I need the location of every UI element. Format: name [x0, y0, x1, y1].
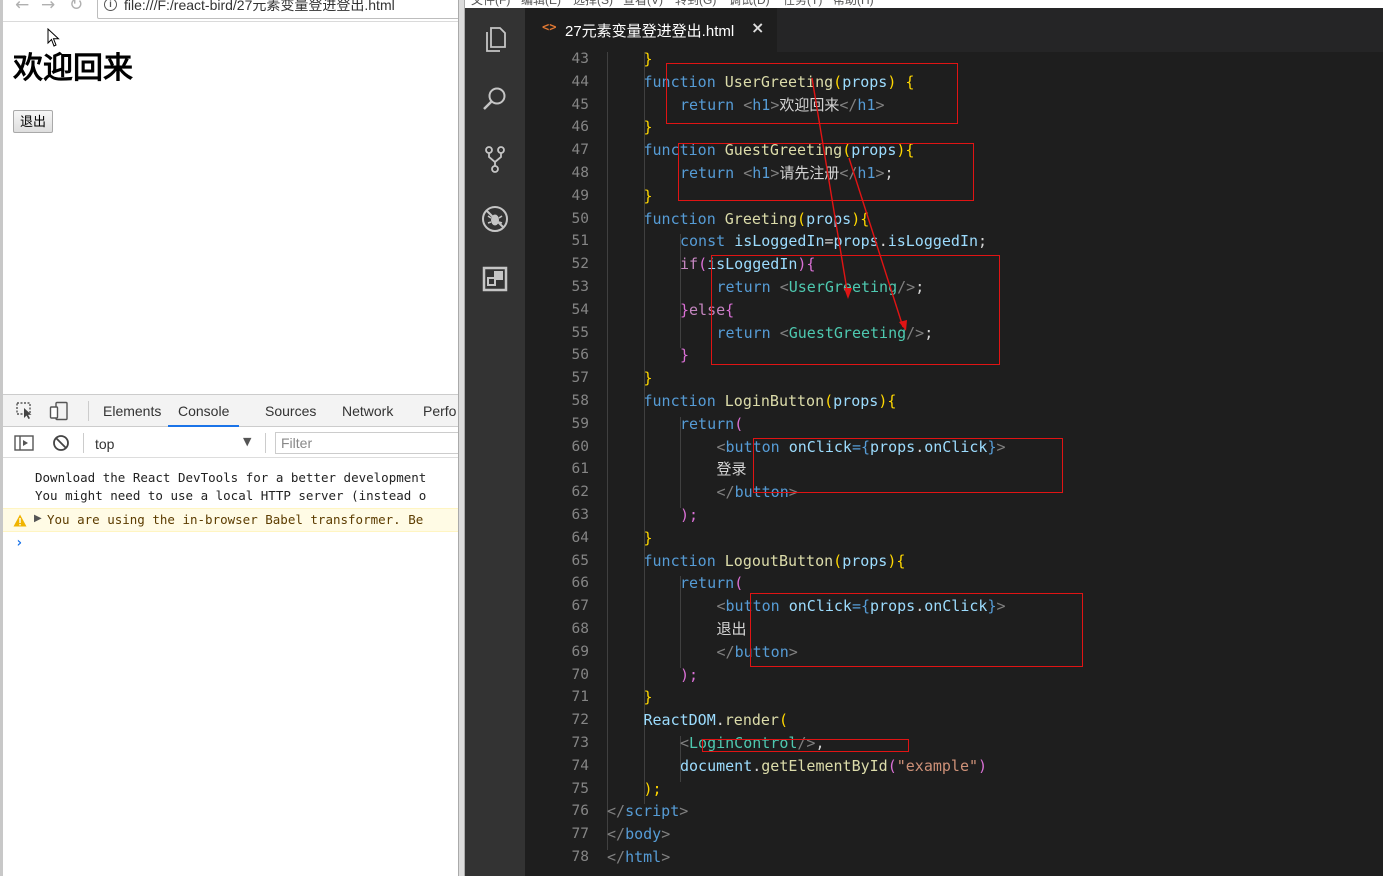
- editor-tabbar: <> 27元素变量登进登出.html ×: [525, 8, 1383, 52]
- info-icon[interactable]: i: [104, 0, 117, 11]
- filter-input[interactable]: Filter: [275, 432, 458, 454]
- expand-triangle-icon[interactable]: ▶: [34, 513, 42, 524]
- sidebar-toggle-icon[interactable]: [14, 435, 34, 451]
- files-icon[interactable]: [480, 24, 510, 54]
- console-toolbar: top ▼ Filter: [3, 428, 458, 458]
- menu-file[interactable]: 文件(F): [471, 0, 510, 8]
- tab-console[interactable]: Console: [168, 403, 240, 427]
- console-prompt-icon[interactable]: ›: [15, 535, 23, 551]
- tab-filename: 27元素变量登进登出.html: [565, 23, 735, 40]
- code-area[interactable]: 43 44 45 46 47 48 49 50 51 52 53 54 55 56 57 58 59 60 61 62…: [525, 50, 1383, 876]
- menu-selection[interactable]: 选择(S): [573, 0, 613, 8]
- activity-bar: [465, 8, 525, 876]
- url-field[interactable]: i file:///F:/react-bird/27元素变量登进登出.html: [97, 0, 458, 19]
- reload-icon[interactable]: ↻: [69, 0, 83, 15]
- html-file-icon: <>: [542, 20, 557, 34]
- console-warning-text: You are using the in-browser Babel trans…: [47, 512, 424, 527]
- context-selector[interactable]: top: [95, 436, 114, 452]
- close-icon[interactable]: ×: [751, 18, 764, 37]
- url-text: file:///F:/react-bird/27元素变量登进登出.html: [124, 0, 395, 13]
- menu-help[interactable]: 帮助(H): [833, 0, 874, 8]
- editor-menubar: 文件(F) 编辑(E) 选择(S) 查看(V) 转到(G) 调试(D) 任务(T…: [465, 0, 1383, 8]
- console-message: You might need to use a local HTTP serve…: [35, 488, 427, 503]
- extensions-icon[interactable]: [480, 264, 510, 294]
- console-message: Download the React DevTools for a better…: [35, 470, 427, 485]
- source-control-icon[interactable]: [480, 144, 510, 174]
- console-warning-row[interactable]: ▶ You are using the in-browser Babel tra…: [3, 508, 458, 532]
- forward-arrow-icon[interactable]: →: [41, 0, 55, 15]
- devtools-panel: Elements Console Sources Network Perfo t…: [3, 394, 458, 876]
- chevron-down-icon[interactable]: ▼: [243, 435, 251, 448]
- search-icon[interactable]: [480, 84, 510, 114]
- toolbar-separator: [83, 433, 84, 453]
- device-toolbar-icon[interactable]: [49, 401, 69, 421]
- editor-tab[interactable]: <> 27元素变量登进登出.html ×: [525, 8, 777, 52]
- tab-sources[interactable]: Sources: [265, 403, 316, 419]
- menu-debug[interactable]: 调试(D): [729, 0, 770, 8]
- toolbar-separator: [265, 433, 266, 453]
- menu-tasks[interactable]: 任务(T): [783, 0, 822, 8]
- menu-view[interactable]: 查看(V): [623, 0, 663, 8]
- tab-performance[interactable]: Perfo: [423, 403, 456, 419]
- menu-goto[interactable]: 转到(G): [675, 0, 716, 8]
- debug-icon[interactable]: [480, 204, 510, 234]
- menu-edit[interactable]: 编辑(E): [521, 0, 561, 8]
- window-divider[interactable]: [458, 0, 465, 876]
- mouse-cursor-icon: [47, 28, 60, 47]
- clear-console-icon[interactable]: [52, 434, 70, 452]
- inspect-element-icon[interactable]: [16, 402, 36, 420]
- back-arrow-icon[interactable]: ←: [15, 0, 29, 15]
- devtools-tabbar: Elements Console Sources Network Perfo: [3, 395, 458, 427]
- tab-network[interactable]: Network: [342, 403, 393, 419]
- tab-elements[interactable]: Elements: [103, 403, 161, 419]
- annotation-arrows: [811, 77, 907, 331]
- warning-icon: [13, 514, 27, 527]
- logout-button[interactable]: 退出: [13, 110, 54, 133]
- page-heading: 欢迎回来: [13, 51, 133, 86]
- tab-separator: [88, 401, 89, 421]
- code-editor-window: 文件(F) 编辑(E) 选择(S) 查看(V) 转到(G) 调试(D) 任务(T…: [465, 0, 1383, 876]
- browser-window: ← → ↻ i file:///F:/react-bird/27元素变量登进登出…: [0, 0, 458, 876]
- address-bar-row: ← → ↻ i file:///F:/react-bird/27元素变量登进登出…: [3, 0, 458, 22]
